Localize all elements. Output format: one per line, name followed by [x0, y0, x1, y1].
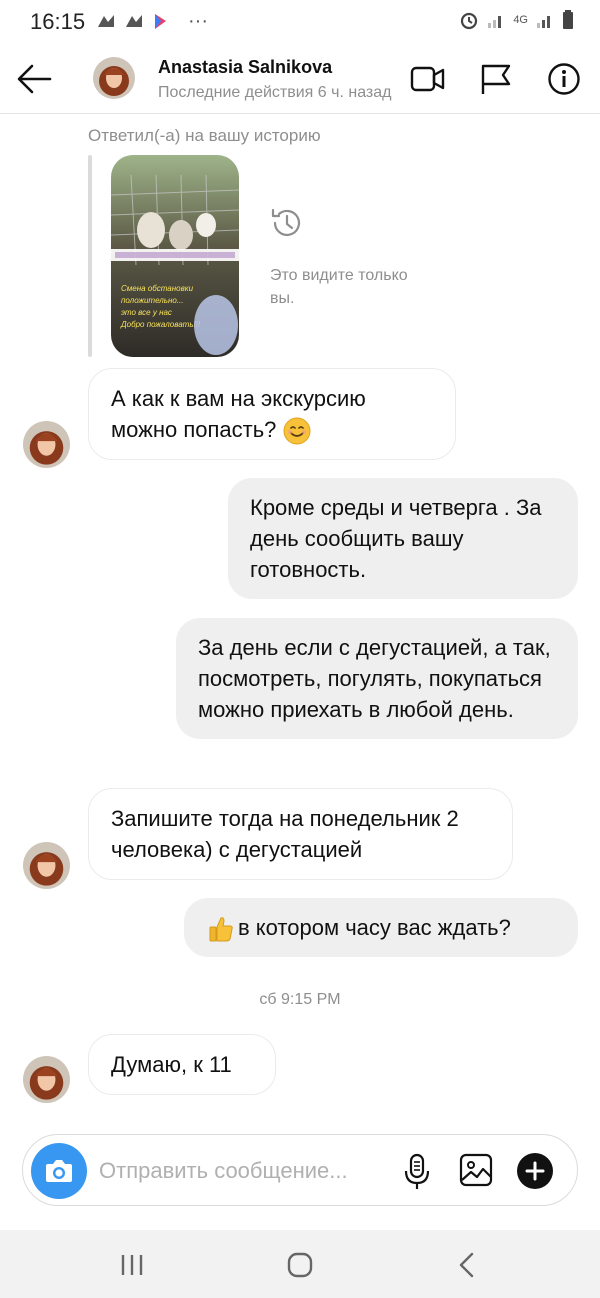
svg-text:Добро пожаловать!!!: Добро пожаловать!!! [120, 320, 201, 329]
plus-icon [525, 1161, 545, 1181]
alarm-icon [461, 12, 478, 30]
outgoing-message[interactable]: в котором часу вас ждать? [184, 898, 578, 958]
outgoing-message[interactable]: За день если с дегустацией, а так, посмо… [176, 618, 578, 739]
gallery-icon[interactable] [459, 1153, 493, 1187]
message-timestamp: сб 9:15 PM [259, 991, 341, 1008]
message-composer [22, 1134, 578, 1206]
svg-text:положительно...: положительно... [121, 296, 184, 305]
message-text: в котором часу вас ждать? [238, 915, 511, 940]
signal-icon [488, 16, 502, 28]
microphone-icon[interactable] [399, 1152, 435, 1192]
camera-button[interactable] [31, 1143, 87, 1199]
message-text: Кроме среды и четверга . За день сообщит… [250, 495, 542, 582]
video-call-icon[interactable] [410, 62, 446, 96]
incoming-message[interactable]: Запишите тогда на понедельник 2 человека… [88, 788, 513, 880]
incoming-message[interactable]: Думаю, к 11 [88, 1034, 276, 1095]
contact-name[interactable]: Anastasia Salnikova [158, 57, 332, 78]
story-thumbnail[interactable]: Смена обстановки положительно... это все… [111, 155, 239, 357]
flag-icon[interactable] [478, 62, 514, 96]
message-text: За день если с дегустацией, а так, посмо… [198, 635, 551, 722]
camera-icon [46, 1160, 72, 1182]
network-type: 4G [513, 14, 528, 26]
last-active-status: Последние действия 6 ч. назад [158, 84, 392, 101]
message-text: Запишите тогда на понедельник 2 человека… [111, 806, 459, 862]
thumbs-up-icon [209, 917, 233, 942]
svg-text:Смена обстановки: Смена обстановки [121, 284, 194, 293]
story-reply-label: Ответил(-а) на вашу историю [88, 126, 321, 145]
svg-text:это все у нас: это все у нас [121, 308, 172, 317]
mail-notification-icon [126, 14, 142, 27]
more-notifications-dots: ··· [188, 10, 208, 32]
system-icons: 4G [459, 10, 574, 30]
signal-icon [537, 16, 550, 28]
message-text: Думаю, к 11 [111, 1052, 232, 1077]
status-bar: 16:15 ··· 4G [0, 0, 600, 44]
notification-icons: ··· [96, 10, 208, 33]
history-icon [271, 208, 301, 236]
avatar[interactable] [93, 57, 135, 99]
back-arrow-icon[interactable] [14, 62, 54, 96]
back-icon[interactable] [448, 1248, 488, 1282]
story-visibility-note: Это видите только вы. [270, 267, 408, 307]
outgoing-message[interactable]: Кроме среды и четверга . За день сообщит… [228, 478, 578, 599]
info-icon[interactable] [546, 62, 582, 96]
mail-notification-icon [98, 14, 114, 27]
incoming-message[interactable]: А как к вам на экскурсию можно попасть? [88, 368, 456, 461]
story-quote-bar [88, 155, 92, 357]
smiling-face-icon [283, 417, 311, 445]
avatar[interactable] [23, 842, 70, 889]
status-time: 16:15 [30, 9, 86, 34]
message-text: А как к вам на экскурсию можно попасть? [111, 386, 366, 442]
avatar[interactable] [23, 1056, 70, 1103]
system-nav-bar [0, 1230, 600, 1298]
recent-apps-icon[interactable] [112, 1248, 152, 1282]
home-icon[interactable] [280, 1248, 320, 1282]
chat-header: Anastasia Salnikova Последние действия 6… [0, 44, 600, 114]
message-input[interactable] [99, 1155, 389, 1187]
battery-icon [563, 10, 573, 29]
avatar[interactable] [23, 421, 70, 468]
app-notification-icon [155, 13, 166, 29]
more-options-button[interactable] [517, 1153, 553, 1189]
